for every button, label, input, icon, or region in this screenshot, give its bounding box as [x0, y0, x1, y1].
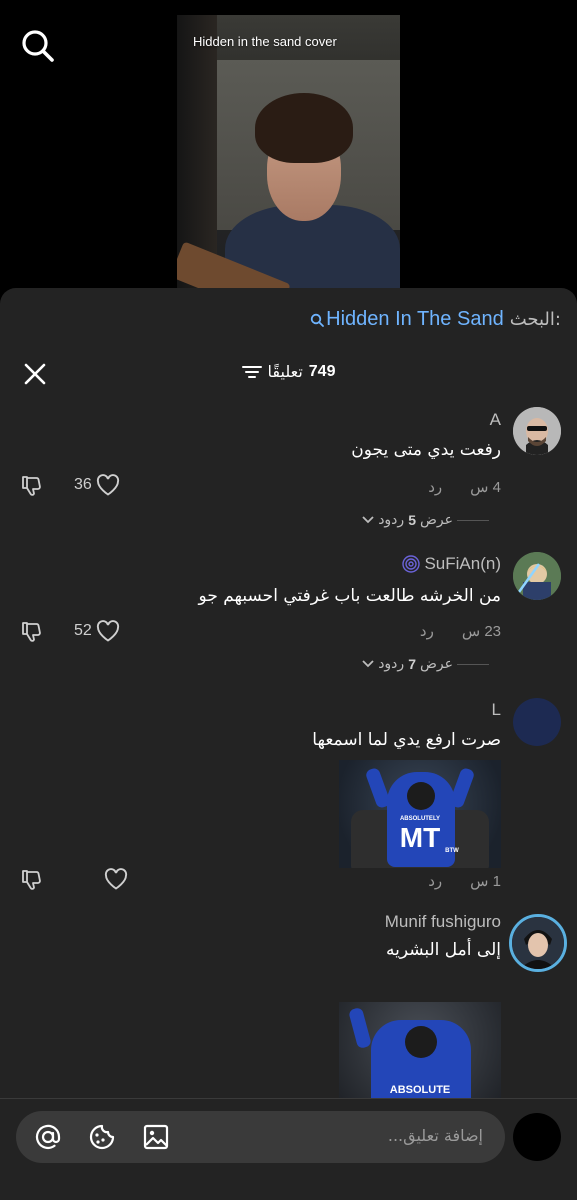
reply-button[interactable]: رد — [428, 872, 442, 890]
video-area[interactable]: Hidden in the sand cover — [0, 0, 577, 300]
like-group[interactable] — [100, 868, 128, 890]
comments-panel: Hidden In The Sand البحث: تعليقًا 749 A … — [0, 288, 577, 1200]
avatar[interactable] — [513, 698, 561, 746]
video-caption: Hidden in the sand cover — [193, 34, 337, 49]
like-group[interactable]: 36 — [74, 474, 120, 496]
view-replies-button[interactable]: عرض 7 ردود — [362, 656, 501, 672]
heart-icon[interactable] — [96, 620, 120, 642]
search-query-link[interactable]: Hidden In The Sand — [326, 308, 504, 331]
comment-text: من الخرشه طالعت باب غرفتي احسبهم جو — [198, 586, 501, 606]
view-replies-label: عرض — [419, 656, 453, 672]
chevron-down-icon — [362, 516, 374, 524]
comment-composer: إضافة تعليق... — [0, 1098, 577, 1200]
reply-button[interactable]: رد — [420, 622, 434, 640]
meme-caption-small: BTW — [445, 848, 459, 854]
search-suggestion[interactable]: Hidden In The Sand البحث: — [310, 308, 561, 331]
comment-author[interactable]: A — [490, 410, 501, 430]
search-icon[interactable] — [18, 26, 58, 66]
comment-meta: 23 س رد — [420, 622, 501, 640]
meme-caption-top: ABSOLUTE — [389, 1084, 451, 1096]
mention-icon[interactable] — [34, 1123, 62, 1151]
avatar[interactable] — [513, 552, 561, 600]
search-icon — [310, 313, 325, 327]
sticker-icon[interactable] — [88, 1123, 116, 1151]
comment-image[interactable]: ABSOLUTELY MT BTW — [339, 760, 501, 868]
avatar[interactable] — [509, 914, 567, 972]
comment-meta: 4 س رد — [428, 478, 501, 496]
like-group[interactable]: 52 — [74, 620, 120, 642]
send-button[interactable] — [513, 1113, 561, 1161]
replies-unit: ردود — [378, 656, 405, 672]
comment-count-header[interactable]: تعليقًا 749 — [0, 362, 577, 381]
like-count: 36 — [74, 476, 92, 493]
comment-item: Munif fushiguro إلى أمل البشريه ABSOLUTE — [0, 912, 577, 1102]
search-label: البحث: — [509, 309, 561, 330]
dislike-icon[interactable] — [20, 620, 44, 644]
image-icon[interactable] — [142, 1123, 170, 1151]
comment-text: إلى أمل البشريه — [385, 940, 501, 960]
comment-item: L صرت ارفع يدي لما اسمعها ABSOLUTELY MT … — [0, 692, 577, 902]
video-thumbnail[interactable]: Hidden in the sand cover — [177, 15, 400, 300]
chevron-down-icon — [362, 660, 374, 668]
comment-time: 4 س — [470, 479, 501, 496]
comment-text: صرت ارفع يدي لما اسمعها — [312, 730, 501, 750]
comment-author-row[interactable]: SuFiAn(n) — [402, 554, 501, 574]
dislike-icon[interactable] — [20, 868, 44, 892]
comment-input-placeholder: إضافة تعليق... — [387, 1126, 483, 1145]
avatar[interactable] — [513, 407, 561, 455]
view-replies-label: عرض — [419, 512, 453, 528]
filter-icon[interactable] — [241, 364, 262, 380]
comment-author[interactable]: L — [492, 700, 501, 720]
comment-meta: 1 س رد — [428, 872, 501, 890]
replies-count: 7 — [408, 656, 416, 672]
comment-text: رفعت يدي متى يجون — [351, 440, 501, 460]
heart-icon[interactable] — [96, 474, 120, 496]
fingerprint-icon — [402, 555, 421, 573]
replies-unit: ردود — [378, 512, 405, 528]
reply-button[interactable]: رد — [428, 478, 442, 496]
comment-count-label: تعليقًا — [267, 362, 303, 381]
comment-item: A رفعت يدي متى يجون 4 س رد 36 عرض 5 ردود — [0, 400, 577, 540]
dislike-icon[interactable] — [20, 474, 44, 498]
comment-count: 749 — [308, 362, 336, 380]
comment-author[interactable]: SuFiAn(n) — [424, 554, 501, 574]
view-replies-button[interactable]: عرض 5 ردود — [362, 512, 501, 528]
comment-image[interactable]: ABSOLUTE — [339, 1002, 501, 1098]
comment-item: SuFiAn(n) من الخرشه طالعت باب غرفتي احسب… — [0, 546, 577, 686]
comment-input[interactable]: إضافة تعليق... — [16, 1111, 505, 1163]
replies-count: 5 — [408, 512, 416, 528]
comment-author[interactable]: Munif fushiguro — [385, 912, 501, 932]
like-count: 52 — [74, 622, 92, 639]
heart-icon[interactable] — [104, 868, 128, 890]
comment-time: 1 س — [470, 873, 501, 890]
comment-time: 23 س — [461, 623, 501, 640]
